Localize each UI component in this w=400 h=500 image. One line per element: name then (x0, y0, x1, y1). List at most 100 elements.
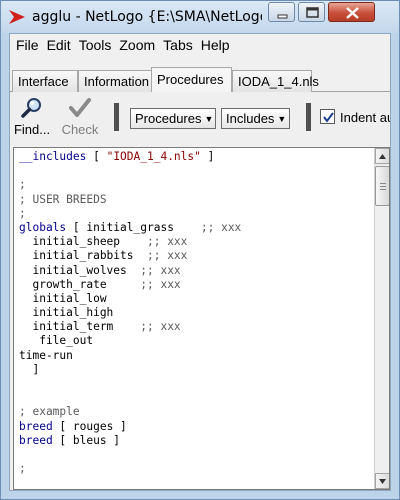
code-line: initial_sheep ;; xxx (19, 235, 369, 249)
code-token: time-run (19, 348, 73, 362)
code-line: ; (19, 207, 369, 221)
scroll-down-button[interactable] (375, 473, 389, 489)
netlogo-window: agglu - NetLogo {E:\SMA\NetLogo File Edi… (0, 0, 400, 500)
find-label: Find... (13, 122, 51, 137)
menu-help[interactable]: Help (198, 37, 233, 53)
code-line: ; example (19, 405, 369, 419)
code-text[interactable]: __includes [ "IODA_1_4.nls" ];; USER BRE… (19, 150, 369, 476)
title-bar[interactable]: agglu - NetLogo {E:\SMA\NetLogo (1, 1, 399, 33)
menu-file[interactable]: File (13, 37, 42, 53)
scroll-up-arrow-icon (379, 154, 386, 159)
code-token: [ rouges ] (52, 419, 127, 433)
code-token: [ initial_grass (66, 220, 201, 234)
code-keyword: breed (19, 433, 53, 447)
toolbar-separator (306, 103, 311, 131)
thumb-grip (380, 183, 386, 184)
includes-dropdown[interactable]: Includes ▼ (221, 108, 290, 129)
code-keyword: globals (19, 220, 67, 234)
checkbox-check-icon (323, 112, 334, 123)
code-line: initial_term ;; xxx (19, 320, 369, 334)
check-button[interactable]: Check (60, 96, 100, 142)
magnifier-icon (21, 98, 41, 118)
window-title: agglu - NetLogo {E:\SMA\NetLogo (32, 9, 262, 25)
menu-tabs[interactable]: Tabs (160, 37, 196, 53)
code-line: initial_rabbits ;; xxx (19, 249, 369, 263)
tab-ioda-nls[interactable]: IODA_1_4.nls (232, 70, 319, 92)
code-comment: ; (19, 178, 26, 192)
code-line: __includes [ "IODA_1_4.nls" ] (19, 150, 369, 164)
menu-zoom[interactable]: Zoom (116, 37, 158, 53)
code-token: initial_rabbits (19, 249, 147, 263)
thumb-grip (380, 189, 386, 190)
code-line: time-run (19, 349, 369, 363)
netlogo-app-icon (9, 10, 25, 24)
procedures-dropdown-label: Procedures (135, 111, 202, 126)
client-area: File Edit Tools Zoom Tabs Help Interface… (9, 33, 391, 491)
indent-checkbox-label: Indent automatically (340, 110, 390, 125)
dropdown-arrow-icon: ▼ (277, 114, 287, 124)
code-editor[interactable]: __includes [ "IODA_1_4.nls" ];; USER BRE… (13, 147, 390, 490)
code-token: ] (19, 362, 40, 376)
dropdown-arrow-icon: ▼ (204, 114, 214, 124)
code-token: [ (86, 150, 107, 163)
menu-bar: File Edit Tools Zoom Tabs Help (10, 34, 390, 55)
code-line: ; USER BREEDS (19, 193, 369, 207)
code-keyword: __includes (19, 150, 87, 163)
scroll-up-button[interactable] (375, 148, 389, 164)
minimize-button[interactable] (268, 2, 295, 22)
checkmark-icon (69, 98, 91, 117)
includes-dropdown-label: Includes (226, 111, 275, 126)
code-string: "IODA_1_4.nls" (106, 150, 201, 163)
code-comment: ; (19, 462, 26, 476)
find-button[interactable]: Find... (12, 96, 52, 142)
minimize-icon (277, 14, 288, 19)
code-comment: ; example (19, 405, 80, 419)
code-token: initial_term (19, 320, 141, 334)
code-comment: ; USER BREEDS (19, 192, 107, 206)
tab-procedures[interactable]: Procedures (151, 67, 232, 93)
procedures-toolbar: Find... Check Procedures ▼ Includes ▼ In… (10, 92, 390, 146)
check-label: Check (61, 122, 99, 137)
code-token: ] (200, 150, 215, 163)
code-token: initial_high (19, 306, 114, 320)
procedures-dropdown[interactable]: Procedures ▼ (130, 108, 216, 129)
maximize-button[interactable] (298, 2, 325, 22)
scroll-down-arrow-icon (379, 479, 386, 484)
code-line: initial_low (19, 292, 369, 306)
code-line: ; (19, 462, 369, 476)
code-comment: ;; xxx (140, 320, 181, 334)
code-line: file_out (19, 334, 369, 348)
code-line: breed [ bleus ] (19, 434, 369, 448)
code-token: growth_rate (19, 277, 141, 291)
code-line: initial_wolves ;; xxx (19, 264, 369, 278)
toolbar-separator (114, 103, 119, 131)
close-button[interactable] (328, 2, 375, 22)
code-token: initial_low (19, 291, 107, 305)
vertical-scrollbar[interactable] (374, 148, 389, 489)
tab-bar: Interface Information IODA_1_4.nls Proce… (10, 56, 390, 93)
code-comment: ;; xxx (140, 277, 181, 291)
tab-interface[interactable]: Interface (12, 70, 78, 92)
maximize-icon (306, 7, 319, 18)
indent-checkbox[interactable] (320, 109, 335, 124)
code-token: initial_wolves (19, 263, 141, 277)
close-icon (346, 7, 359, 19)
code-line: growth_rate ;; xxx (19, 278, 369, 292)
code-comment: ; (19, 206, 26, 220)
code-token: [ bleus ] (52, 433, 121, 447)
menu-edit[interactable]: Edit (44, 37, 74, 53)
code-comment: ;; xxx (200, 220, 242, 234)
code-line: ; (19, 178, 369, 192)
code-line: globals [ initial_grass ;; xxx (19, 221, 369, 235)
menu-tools[interactable]: Tools (76, 37, 115, 53)
code-line: breed [ rouges ] (19, 420, 369, 434)
code-line: ] (19, 363, 369, 377)
code-comment: ;; xxx (146, 235, 188, 249)
tab-information[interactable]: Information (78, 70, 152, 92)
scroll-thumb[interactable] (375, 166, 389, 206)
code-keyword: breed (19, 419, 53, 433)
